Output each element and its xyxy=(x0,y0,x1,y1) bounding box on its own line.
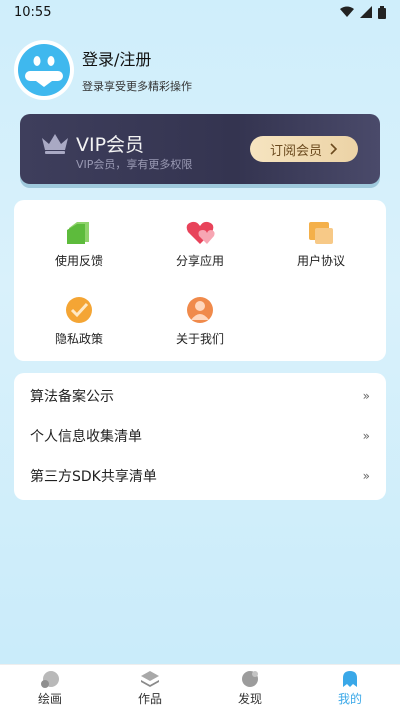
feedback-icon xyxy=(67,222,89,244)
battery-icon xyxy=(378,5,386,19)
vip-card[interactable]: VIP会员 VIP会员，享有更多权限 订阅会员 xyxy=(20,114,380,184)
smiley-avatar-icon xyxy=(18,44,70,96)
function-grid: 使用反馈 分享应用 用户协议 隐私政策 关于我们 xyxy=(14,200,386,361)
double-chevron-icon: » xyxy=(362,429,370,443)
grid-item-privacy[interactable]: 隐私政策 xyxy=(24,296,134,347)
nav-label: 作品 xyxy=(137,692,162,706)
list-item-label: 第三方SDK共享清单 xyxy=(30,469,157,485)
nav-item-works[interactable]: 作品 xyxy=(100,665,200,712)
layers-icon xyxy=(141,671,159,687)
grid-item-agreement[interactable]: 用户协议 xyxy=(266,220,376,269)
status-bar: 10:55 xyxy=(0,0,400,24)
wifi-icon xyxy=(340,6,354,17)
nav-item-paint[interactable]: 绘画 xyxy=(0,665,100,712)
status-time: 10:55 xyxy=(14,4,52,20)
vip-title: VIP会员 xyxy=(76,134,145,156)
heart-share-icon xyxy=(186,221,215,244)
double-chevron-icon: » xyxy=(362,469,370,483)
login-subtitle: 登录享受更多精彩操作 xyxy=(82,80,192,93)
crown-icon xyxy=(42,134,68,154)
vip-subtitle: VIP会员，享有更多权限 xyxy=(76,158,193,171)
paint-icon xyxy=(41,671,59,688)
grid-label: 分享应用 xyxy=(175,254,224,268)
signal-icon xyxy=(360,6,372,18)
check-badge-icon xyxy=(66,297,92,323)
discover-icon xyxy=(242,671,258,687)
avatar[interactable] xyxy=(14,40,74,100)
subscribe-button-label: 订阅会员 xyxy=(269,143,322,159)
nav-label: 发现 xyxy=(237,692,262,706)
double-chevron-icon: » xyxy=(362,389,370,403)
grid-label: 隐私政策 xyxy=(54,332,103,346)
nav-item-mine[interactable]: 我的 xyxy=(300,665,400,712)
status-icons xyxy=(340,5,386,19)
grid-label: 用户协议 xyxy=(296,254,345,268)
nav-label: 绘画 xyxy=(37,692,62,706)
person-icon xyxy=(187,297,213,323)
login-title[interactable]: 登录/注册 xyxy=(82,46,192,70)
grid-item-about[interactable]: 关于我们 xyxy=(145,296,255,347)
list-item-third-party[interactable]: 第三方SDK共享清单 » xyxy=(14,456,386,496)
document-icon xyxy=(309,222,333,244)
grid-item-share[interactable]: 分享应用 xyxy=(145,220,255,269)
nav-label: 我的 xyxy=(337,692,362,706)
grid-label: 使用反馈 xyxy=(54,254,103,268)
list-item-label: 算法备案公示 xyxy=(30,389,114,405)
nav-item-discover[interactable]: 发现 xyxy=(200,665,300,712)
bottom-nav: 绘画 作品 发现 我的 xyxy=(0,664,400,712)
list-item-algorithm[interactable]: 算法备案公示 » xyxy=(14,376,386,416)
list-item-label: 个人信息收集清单 xyxy=(30,429,142,445)
profile-icon xyxy=(343,671,357,687)
grid-label: 关于我们 xyxy=(175,332,224,346)
subscribe-button[interactable]: 订阅会员 xyxy=(250,136,358,162)
list-item-personal-info[interactable]: 个人信息收集清单 » xyxy=(14,416,386,456)
chevron-right-icon xyxy=(330,143,338,155)
info-list: 算法备案公示 » 个人信息收集清单 » 第三方SDK共享清单 » xyxy=(14,373,386,500)
grid-item-feedback[interactable]: 使用反馈 xyxy=(24,220,134,269)
profile-header[interactable]: 登录/注册 登录享受更多精彩操作 xyxy=(14,40,192,100)
